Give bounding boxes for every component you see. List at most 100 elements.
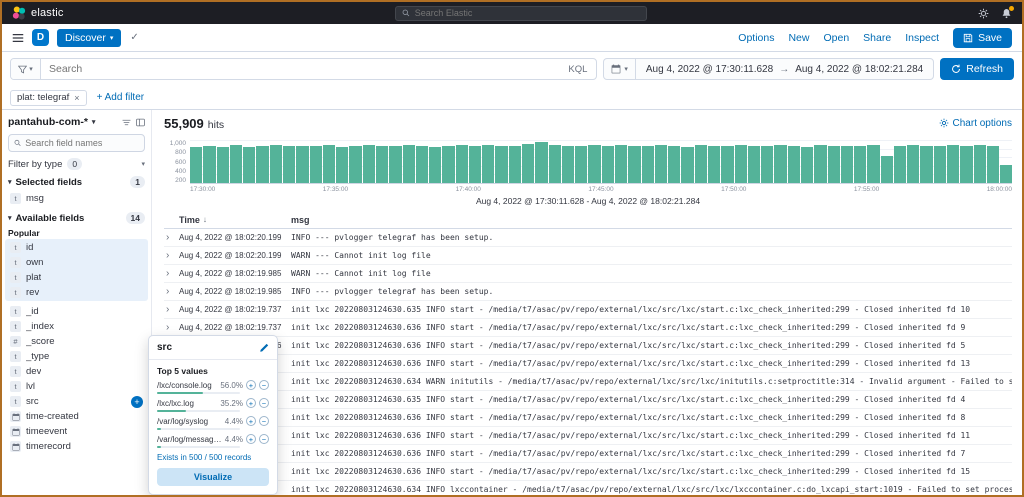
sort-descending-icon[interactable]: ↓: [203, 215, 207, 224]
histogram-bar[interactable]: [628, 145, 641, 183]
expand-row-button[interactable]: ›: [164, 304, 179, 315]
histogram-bar[interactable]: [920, 145, 933, 183]
histogram-bar[interactable]: [774, 144, 787, 183]
histogram-bar[interactable]: [362, 144, 375, 183]
histogram-bar[interactable]: [402, 145, 415, 183]
field-item-dev[interactable]: t dev: [8, 364, 145, 379]
histogram-bar[interactable]: [601, 146, 614, 183]
histogram-bar[interactable]: [893, 146, 907, 183]
field-item-src[interactable]: t src +: [8, 394, 145, 409]
field-item-_id[interactable]: t _id: [8, 304, 145, 319]
histogram-bar[interactable]: [389, 146, 402, 183]
histogram-bar[interactable]: [588, 145, 601, 183]
histogram-bar[interactable]: [973, 144, 986, 183]
histogram-bar[interactable]: [787, 145, 800, 183]
field-details-button[interactable]: +: [131, 395, 143, 408]
histogram-bar[interactable]: [309, 146, 322, 183]
histogram-bar[interactable]: [761, 145, 774, 183]
field-item-time-created[interactable]: time-created: [8, 409, 145, 424]
histogram-bar[interactable]: [880, 156, 893, 183]
histogram-bar[interactable]: [721, 146, 734, 183]
histogram-bar[interactable]: [800, 146, 814, 183]
visualize-button[interactable]: Visualize: [157, 468, 269, 486]
histogram-bar[interactable]: [282, 146, 296, 183]
histogram-bar[interactable]: [216, 146, 229, 183]
date-picker-calendar-button[interactable]: ▾: [604, 59, 636, 79]
expand-row-button[interactable]: ›: [164, 322, 179, 333]
histogram-bar[interactable]: [933, 145, 947, 183]
field-item-timeevent[interactable]: timeevent: [8, 424, 145, 439]
table-row[interactable]: ›init lxc 20220803124630.636 INFO start …: [164, 445, 1012, 463]
index-pattern-switcher[interactable]: pantahub-com-* ▾: [8, 116, 145, 128]
refresh-button[interactable]: Refresh: [940, 58, 1014, 80]
field-item-lvl[interactable]: t lvl: [8, 379, 145, 394]
date-from[interactable]: Aug 4, 2022 @ 17:30:11.628: [646, 64, 773, 75]
field-item-_index[interactable]: t _index: [8, 319, 145, 334]
nav-link-inspect[interactable]: Inspect: [905, 32, 939, 44]
histogram-bar[interactable]: [681, 146, 694, 183]
histogram-bar[interactable]: [336, 146, 349, 183]
query-search-input[interactable]: [41, 63, 560, 75]
histogram-bar[interactable]: [256, 145, 269, 183]
table-row[interactable]: ›init lxc 20220803124630.636 INFO start …: [164, 355, 1012, 373]
histogram-bar[interactable]: [190, 147, 203, 183]
histogram-bar[interactable]: [960, 146, 973, 183]
selected-fields-header[interactable]: ▾ Selected fields 1: [8, 176, 145, 188]
histogram-bar[interactable]: [827, 145, 840, 183]
histogram-bar[interactable]: [203, 145, 216, 183]
alerts-bell-icon[interactable]: [1001, 5, 1014, 19]
exists-in-records-link[interactable]: Exists in 500 / 500 records: [157, 453, 269, 462]
table-row[interactable]: › Aug 4, 2022 @ 18:02:19.737 init lxc 2022…: [164, 301, 1012, 319]
table-row[interactable]: › Aug 4, 2022 @ 18:02:19.985 WARN --- Cann…: [164, 265, 1012, 283]
sort-fields-icon[interactable]: [122, 118, 131, 127]
table-row[interactable]: › Aug 4, 2022 @ 18:02:20.199 INFO --- pvlo…: [164, 229, 1012, 247]
filter-for-value-button[interactable]: +: [246, 398, 256, 408]
deployment-icon[interactable]: [978, 8, 989, 19]
histogram-bar[interactable]: [442, 146, 455, 183]
table-row[interactable]: ›init lxc 20220803124630.636 INFO start …: [164, 463, 1012, 481]
remove-filter-icon[interactable]: ×: [74, 93, 79, 103]
filter-out-value-button[interactable]: −: [259, 434, 269, 444]
histogram-bar[interactable]: [495, 145, 508, 183]
table-row[interactable]: ›init lxc 20220803124630.634 INFO lxccon…: [164, 481, 1012, 495]
collapse-sidebar-icon[interactable]: [136, 118, 145, 127]
table-row[interactable]: › Aug 4, 2022 @ 18:02:19.737 init lxc 2022…: [164, 319, 1012, 337]
date-range[interactable]: Aug 4, 2022 @ 17:30:11.628 → Aug 4, 2022…: [636, 64, 933, 75]
histogram-bar[interactable]: [734, 145, 747, 183]
histogram-bar[interactable]: [548, 144, 561, 183]
elastic-logo-icon[interactable]: [12, 6, 26, 20]
expand-row-button[interactable]: ›: [164, 250, 179, 261]
histogram-bar[interactable]: [654, 145, 668, 183]
query-menu-button[interactable]: ▾: [11, 59, 41, 79]
table-row[interactable]: ›init lxc 20220803124630.636 INFO start …: [164, 427, 1012, 445]
nav-link-open[interactable]: Open: [823, 32, 849, 44]
histogram-bar[interactable]: [641, 146, 654, 183]
field-search-input[interactable]: [25, 138, 139, 148]
histogram-bar[interactable]: [575, 146, 588, 183]
histogram-bar[interactable]: [468, 146, 482, 183]
histogram-bar[interactable]: [840, 146, 854, 183]
field-search[interactable]: [8, 134, 145, 152]
expand-row-button[interactable]: ›: [164, 286, 179, 297]
field-item-plat[interactable]: t plat: [8, 270, 145, 285]
filter-for-value-button[interactable]: +: [246, 416, 256, 426]
menu-hamburger-icon[interactable]: [12, 32, 24, 44]
histogram-bar[interactable]: [615, 144, 628, 183]
time-column-header[interactable]: Time ↓: [179, 215, 291, 225]
histogram-bar[interactable]: [296, 145, 309, 183]
histogram-bar[interactable]: [269, 144, 282, 183]
histogram-bar[interactable]: [455, 144, 468, 183]
field-item-rev[interactable]: t rev: [8, 285, 145, 300]
histogram-bar[interactable]: [229, 145, 243, 183]
field-item-id[interactable]: t id: [8, 240, 145, 255]
field-item-timerecord[interactable]: timerecord: [8, 439, 145, 454]
date-to[interactable]: Aug 4, 2022 @ 18:02:21.284: [795, 64, 923, 75]
histogram-bar[interactable]: [375, 146, 389, 183]
filter-for-value-button[interactable]: +: [246, 434, 256, 444]
histogram-bar[interactable]: [561, 145, 575, 183]
histogram-bar[interactable]: [814, 145, 827, 183]
expand-row-button[interactable]: ›: [164, 268, 179, 279]
histogram-bar[interactable]: [747, 146, 761, 183]
histogram-bar[interactable]: [907, 145, 920, 183]
table-row[interactable]: ›init lxc 20220803124630.636 INFO start …: [164, 409, 1012, 427]
